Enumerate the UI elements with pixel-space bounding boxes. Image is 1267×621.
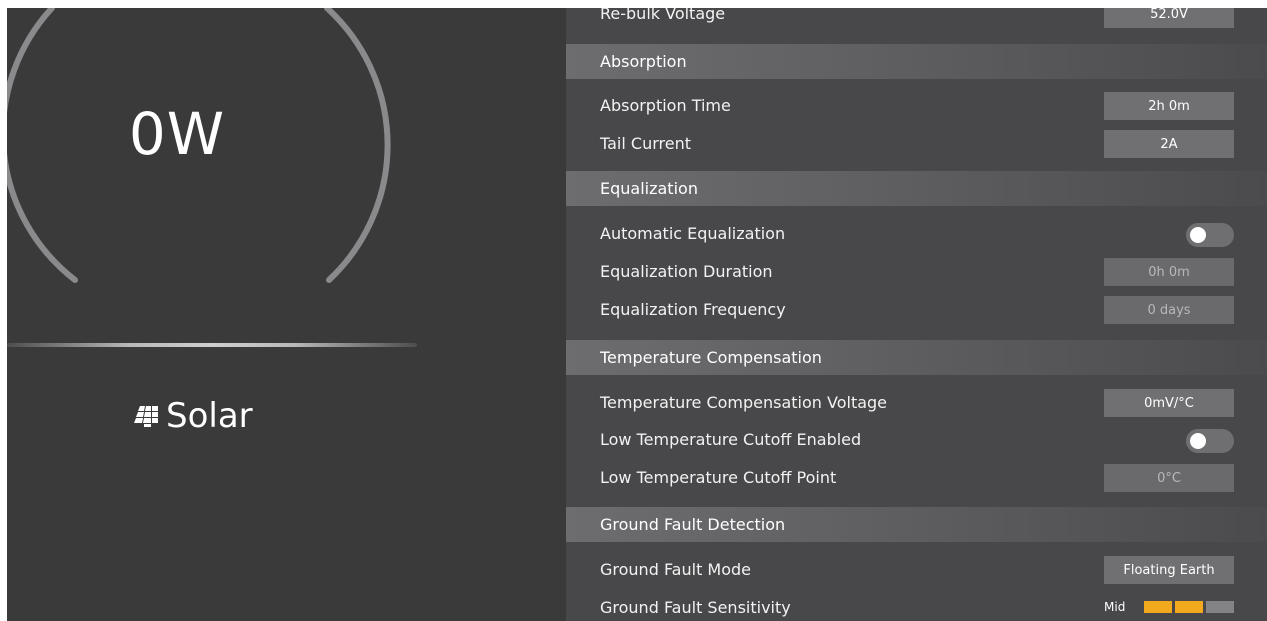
row-absorption-time: Absorption Time 2h 0m [566,88,1267,126]
power-readout: 0W [128,100,226,168]
row-ground-fault-sensitivity: Ground Fault Sensitivity Mid [566,590,1267,621]
row-equalization-duration: Equalization Duration 0h 0m [566,254,1267,292]
absorption-time-label: Absorption Time [600,96,731,115]
low-temperature-cutoff-point-label: Low Temperature Cutoff Point [600,468,837,487]
toggle-knob [1190,433,1206,449]
row-automatic-equalization: Automatic Equalization [566,216,1267,254]
automatic-equalization-toggle[interactable] [1186,223,1234,247]
toggle-knob [1190,227,1206,243]
sensitivity-segment[interactable] [1144,601,1173,613]
tail-current-label: Tail Current [600,134,691,153]
solar-panel-icon [134,406,158,427]
source-label: Solar [166,396,253,436]
row-rebulk-voltage: Re-bulk Voltage 52.0V [566,8,1267,34]
automatic-equalization-label: Automatic Equalization [600,224,786,243]
low-temperature-cutoff-point-field[interactable]: 0°C [1104,464,1234,492]
section-absorption-title: Absorption [600,52,687,71]
equalization-frequency-field[interactable]: 0 days [1104,296,1234,324]
section-absorption: Absorption [566,44,1267,79]
equalization-frequency-label: Equalization Frequency [600,300,786,319]
row-low-temperature-cutoff-enabled: Low Temperature Cutoff Enabled [566,422,1267,460]
row-low-temperature-cutoff-point: Low Temperature Cutoff Point 0°C [566,460,1267,498]
low-temperature-cutoff-enabled-label: Low Temperature Cutoff Enabled [600,430,862,449]
sensitivity-level-label: Mid [1104,600,1126,614]
equalization-duration-field[interactable]: 0h 0m [1104,258,1234,286]
section-temperature-compensation-title: Temperature Compensation [600,348,822,367]
row-ground-fault-mode: Ground Fault Mode Floating Earth [566,552,1267,590]
rebulk-voltage-label: Re-bulk Voltage [600,8,726,23]
temperature-compensation-voltage-field[interactable]: 0mV/°C [1104,389,1234,417]
row-tail-current: Tail Current 2A [566,126,1267,164]
section-equalization-title: Equalization [600,179,698,198]
section-equalization: Equalization [566,171,1267,206]
tail-current-field[interactable]: 2A [1104,130,1234,158]
absorption-time-field[interactable]: 2h 0m [1104,92,1234,120]
ground-fault-mode-label: Ground Fault Mode [600,560,752,579]
power-panel: 0W Solar [7,8,566,621]
ground-fault-sensitivity-label: Ground Fault Sensitivity [600,598,791,617]
row-temperature-compensation-voltage: Temperature Compensation Voltage 0mV/°C [566,385,1267,423]
divider-line [7,343,417,347]
source-label-group: Solar [132,396,253,436]
low-temperature-cutoff-toggle[interactable] [1186,429,1234,453]
section-ground-fault-detection-title: Ground Fault Detection [600,515,786,534]
sensitivity-segment[interactable] [1175,601,1204,613]
settings-panel: Re-bulk Voltage 52.0V Absorption Absorpt… [566,8,1267,621]
ground-fault-mode-select[interactable]: Floating Earth [1104,556,1234,584]
equalization-duration-label: Equalization Duration [600,262,773,281]
sensitivity-segment[interactable] [1206,601,1235,613]
rebulk-voltage-field[interactable]: 52.0V [1104,8,1234,28]
row-equalization-frequency: Equalization Frequency 0 days [566,292,1267,330]
ground-fault-sensitivity-control[interactable]: Mid [1104,600,1235,614]
section-ground-fault-detection: Ground Fault Detection [566,507,1267,542]
app-frame: 0W Solar Re-bulk Voltage 52.0V Absorptio… [7,8,1267,621]
temperature-compensation-voltage-label: Temperature Compensation Voltage [600,393,888,412]
section-temperature-compensation: Temperature Compensation [566,340,1267,375]
